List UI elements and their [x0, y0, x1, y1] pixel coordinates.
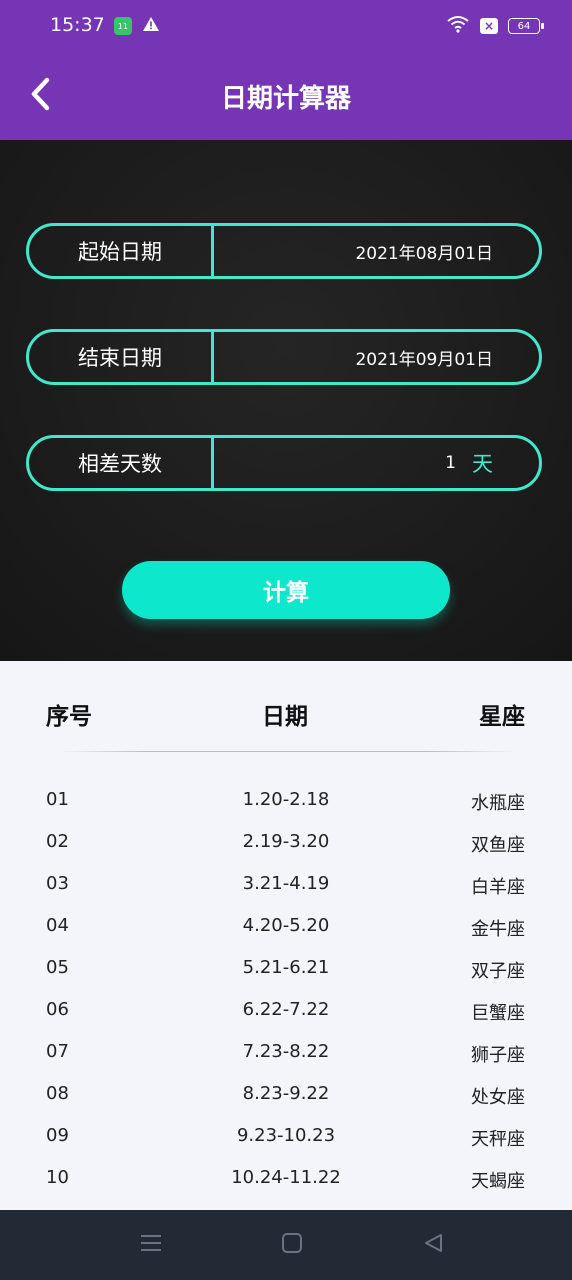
row-number: 01 — [46, 789, 69, 810]
row-date-range: 7.23-8.22 — [242, 1041, 330, 1062]
table-rows: 01 1.20-2.18 水瓶座 02 2.19-3.20 双鱼座 03 3.21-4.19 白… — [0, 779, 572, 1199]
row-zodiac-sign: 天蝎座 — [471, 1171, 525, 1192]
row-zodiac-sign: 金牛座 — [471, 919, 525, 940]
row-number: 09 — [46, 1125, 69, 1146]
no-sim-icon: × — [480, 18, 498, 34]
calculate-button[interactable]: 计算 — [122, 561, 450, 619]
start-date-field[interactable]: 起始日期 2021年08月01日 — [26, 223, 542, 279]
row-date-range: 2.19-3.20 — [242, 831, 330, 852]
day-difference-field: 相差天数 1 天 — [26, 435, 542, 491]
row-number: 02 — [46, 831, 69, 852]
zodiac-table: 序号 日期 星座 01 1.20-2.18 水瓶座 02 2.19-3.20 双鱼座 03 3… — [0, 661, 572, 1210]
notification-badge-icon: 11 — [114, 17, 132, 35]
table-row: 09 9.23-10.23 天秤座 — [0, 1115, 572, 1157]
row-zodiac-sign: 白羊座 — [471, 877, 525, 898]
home-button[interactable] — [279, 1232, 305, 1258]
table-row: 02 2.19-3.20 双鱼座 — [0, 821, 572, 863]
warning-icon — [142, 16, 160, 36]
row-date-range: 8.23-9.22 — [242, 1083, 330, 1104]
battery-icon: 64 — [508, 18, 544, 34]
row-date-range: 1.20-2.18 — [242, 789, 330, 810]
row-zodiac-sign: 水瓶座 — [471, 793, 525, 814]
end-date-field[interactable]: 结束日期 2021年09月01日 — [26, 329, 542, 385]
status-time: 15:37 — [50, 14, 105, 36]
header-sign: 星座 — [479, 704, 525, 730]
row-zodiac-sign: 双子座 — [471, 961, 525, 982]
end-date-label: 结束日期 — [29, 332, 214, 382]
start-date-label: 起始日期 — [29, 226, 214, 276]
row-number: 04 — [46, 915, 69, 936]
row-number: 07 — [46, 1041, 69, 1062]
row-date-range: 3.21-4.19 — [242, 873, 330, 894]
row-date-range: 10.24-11.22 — [231, 1167, 341, 1188]
header-date: 日期 — [262, 704, 308, 730]
row-zodiac-sign: 处女座 — [471, 1087, 525, 1108]
day-unit-label: 天 — [472, 452, 493, 476]
row-number: 06 — [46, 999, 69, 1020]
row-zodiac-sign: 狮子座 — [471, 1045, 525, 1066]
table-row: 06 6.22-7.22 巨蟹座 — [0, 989, 572, 1031]
table-row: 01 1.20-2.18 水瓶座 — [0, 779, 572, 821]
back-triangle-icon — [422, 1232, 444, 1258]
navigation-bar — [0, 1210, 572, 1280]
row-number: 03 — [46, 873, 69, 894]
page-title: 日期计算器 — [220, 84, 351, 114]
end-date-value[interactable]: 2021年09月01日 — [355, 332, 493, 382]
status-bar: 15:37 11 × 64 — [0, 0, 572, 52]
row-number: 05 — [46, 957, 69, 978]
row-number: 10 — [46, 1167, 69, 1188]
row-number: 08 — [46, 1083, 69, 1104]
table-row: 10 10.24-11.22 天蝎座 — [0, 1157, 572, 1199]
app-bar: 日期计算器 — [0, 52, 572, 140]
row-zodiac-sign: 天秤座 — [471, 1129, 525, 1150]
menu-button[interactable] — [138, 1232, 164, 1258]
start-date-value[interactable]: 2021年08月01日 — [355, 226, 493, 276]
table-row: 07 7.23-8.22 狮子座 — [0, 1031, 572, 1073]
header-divider — [58, 751, 516, 752]
row-zodiac-sign: 巨蟹座 — [471, 1003, 525, 1024]
row-date-range: 4.20-5.20 — [242, 915, 330, 936]
row-date-range: 6.22-7.22 — [242, 999, 330, 1020]
nav-back-button[interactable] — [420, 1232, 446, 1258]
day-difference-label: 相差天数 — [29, 438, 214, 488]
header-number: 序号 — [46, 704, 92, 730]
row-date-range: 9.23-10.23 — [236, 1125, 336, 1146]
day-difference-value: 1 — [445, 453, 456, 473]
table-row: 04 4.20-5.20 金牛座 — [0, 905, 572, 947]
row-zodiac-sign: 双鱼座 — [471, 835, 525, 856]
table-row: 05 5.21-6.21 双子座 — [0, 947, 572, 989]
table-row: 03 3.21-4.19 白羊座 — [0, 863, 572, 905]
home-icon — [281, 1232, 303, 1258]
table-row: 08 8.23-9.22 处女座 — [0, 1073, 572, 1115]
menu-icon — [140, 1233, 162, 1257]
wifi-icon — [446, 15, 470, 37]
row-date-range: 5.21-6.21 — [242, 957, 330, 978]
